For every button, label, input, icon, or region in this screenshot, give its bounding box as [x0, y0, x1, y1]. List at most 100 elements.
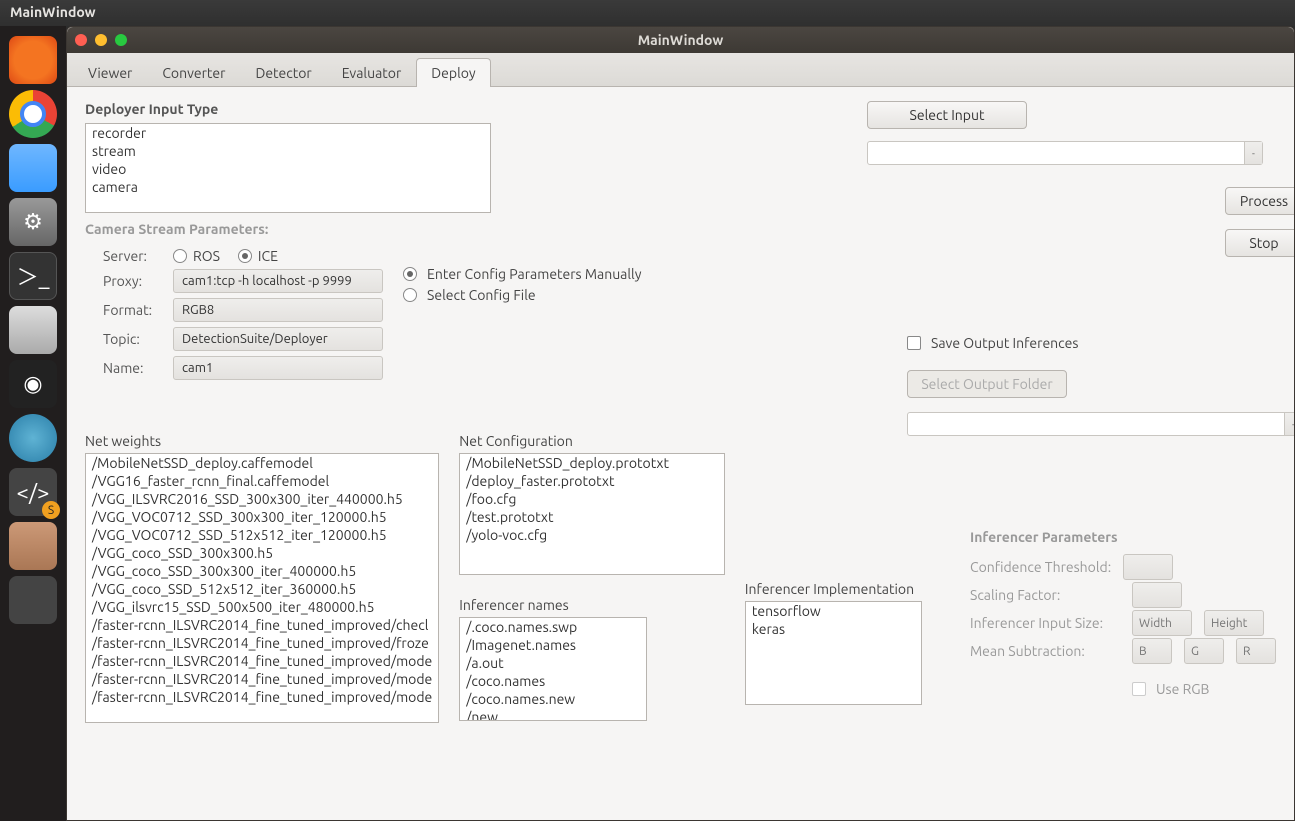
list-item[interactable]: recorder [86, 124, 490, 142]
list-item[interactable]: /VGG_ILSVRC2016_SSD_300x300_iter_440000.… [86, 490, 438, 508]
minimize-icon[interactable] [95, 34, 107, 46]
height-input[interactable] [1204, 610, 1264, 636]
list-item[interactable]: /yolo-voc.cfg [460, 526, 724, 544]
launcher-editor-icon[interactable] [9, 522, 57, 570]
net-weights-list[interactable]: /MobileNetSSD_deploy.caffemodel/VGG16_fa… [85, 453, 439, 723]
list-item[interactable]: video [86, 160, 490, 178]
list-item[interactable]: /VGG_coco_SSD_512x512_iter_360000.h5 [86, 580, 438, 598]
list-item[interactable]: /faster-rcnn_ILSVRC2014_fine_tuned_impro… [86, 634, 438, 652]
tab-bar: Viewer Converter Detector Evaluator Depl… [67, 53, 1294, 87]
list-item[interactable]: stream [86, 142, 490, 160]
confidence-threshold-input[interactable] [1123, 554, 1173, 580]
main-window: MainWindow Viewer Converter Detector Eva… [66, 26, 1295, 821]
list-item[interactable]: /VGG_ilsvrc15_SSD_500x500_iter_480000.h5 [86, 598, 438, 616]
list-item[interactable]: /foo.cfg [460, 490, 724, 508]
topic-input[interactable] [173, 327, 383, 351]
use-rgb-checkbox[interactable] [1132, 682, 1146, 696]
list-item[interactable]: /Imagenet.names [460, 636, 646, 654]
scaling-factor-input[interactable] [1132, 582, 1182, 608]
name-label: Name: [103, 360, 159, 376]
list-item[interactable]: camera [86, 178, 490, 196]
window-titlebar[interactable]: MainWindow [67, 27, 1294, 53]
list-item[interactable]: /VGG_coco_SSD_300x300_iter_400000.h5 [86, 562, 438, 580]
config-file-radio[interactable] [403, 288, 417, 302]
format-input[interactable] [173, 298, 383, 322]
list-item[interactable]: /VGG16_faster_rcnn_final.caffemodel [86, 472, 438, 490]
confidence-threshold-label: Confidence Threshold: [970, 559, 1111, 575]
maximize-icon[interactable] [115, 34, 127, 46]
tab-evaluator[interactable]: Evaluator [327, 58, 417, 87]
launcher-camera-icon[interactable]: ◉ [9, 360, 57, 408]
launcher-chrome-icon[interactable] [9, 90, 57, 138]
list-item[interactable]: /MobileNetSSD_deploy.prototxt [460, 454, 724, 472]
close-icon[interactable] [75, 34, 87, 46]
proxy-input[interactable] [173, 269, 383, 293]
stop-button[interactable]: Stop [1225, 229, 1294, 257]
list-item[interactable]: /VGG_VOC0712_SSD_512x512_iter_120000.h5 [86, 526, 438, 544]
list-item[interactable]: /coco.names.new [460, 690, 646, 708]
list-item[interactable]: /coco.names [460, 672, 646, 690]
list-item[interactable]: /MobileNetSSD_deploy.caffemodel [86, 454, 438, 472]
server-ros-radio[interactable] [173, 249, 187, 263]
config-manual-label: Enter Config Parameters Manually [427, 266, 641, 282]
process-button[interactable]: Process [1225, 187, 1294, 215]
tab-deploy[interactable]: Deploy [416, 58, 490, 87]
window-title: MainWindow [638, 32, 724, 48]
launcher-terminal-icon[interactable]: ＞_ [9, 252, 57, 300]
config-manual-radio[interactable] [403, 267, 417, 281]
list-item[interactable]: keras [746, 620, 921, 638]
list-item[interactable]: /.coco.names.swp [460, 618, 646, 636]
list-item[interactable]: /VGG_VOC0712_SSD_300x300_iter_120000.h5 [86, 508, 438, 526]
list-item[interactable]: /a.out [460, 654, 646, 672]
launcher-ubuntu-icon[interactable] [9, 36, 57, 84]
input-path-combo[interactable]: - [867, 141, 1263, 165]
deploy-panel: Deployer Input Type recorder stream vide… [67, 87, 1294, 820]
inferencer-names-list[interactable]: /.coco.names.swp/Imagenet.names/a.out/co… [459, 617, 647, 721]
name-input[interactable] [173, 356, 383, 380]
mean-r-input[interactable] [1236, 638, 1276, 664]
launcher-app-icon[interactable] [9, 576, 57, 624]
mean-b-input[interactable] [1132, 638, 1172, 664]
list-item[interactable]: /deploy_faster.prototxt [460, 472, 724, 490]
select-output-folder-button[interactable]: Select Output Folder [907, 370, 1067, 398]
server-ice-radio[interactable] [238, 249, 252, 263]
chevron-down-icon[interactable]: - [1244, 142, 1262, 164]
list-item[interactable]: /faster-rcnn_ILSVRC2014_fine_tuned_impro… [86, 670, 438, 688]
net-config-list[interactable]: /MobileNetSSD_deploy.prototxt/deploy_fas… [459, 453, 725, 575]
mean-subtraction-label: Mean Subtraction: [970, 643, 1120, 659]
launcher-settings-icon[interactable]: ⚙ [9, 198, 57, 246]
proxy-label: Proxy: [103, 273, 159, 289]
inferencer-impl-list[interactable]: tensorflowkeras [745, 601, 922, 705]
deployer-input-type-list[interactable]: recorder stream video camera [85, 123, 491, 213]
save-output-checkbox[interactable] [907, 336, 921, 350]
list-item[interactable]: /test.prototxt [460, 508, 724, 526]
net-config-label: Net Configuration [459, 433, 725, 449]
list-item[interactable]: /faster-rcnn_ILSVRC2014_fine_tuned_impro… [86, 616, 438, 634]
inferencer-size-label: Inferencer Input Size: [970, 615, 1120, 631]
tab-converter[interactable]: Converter [147, 58, 240, 87]
list-item[interactable]: /VGG_coco_SSD_300x300.h5 [86, 544, 438, 562]
launcher-sublime-icon[interactable]: </> [9, 468, 57, 516]
topic-label: Topic: [103, 331, 159, 347]
list-item[interactable]: /faster-rcnn_ILSVRC2014_fine_tuned_impro… [86, 688, 438, 706]
width-input[interactable] [1132, 610, 1192, 636]
launcher-disk-icon[interactable] [9, 306, 57, 354]
tab-viewer[interactable]: Viewer [73, 58, 147, 87]
list-item[interactable]: /faster-rcnn_ILSVRC2014_fine_tuned_impro… [86, 652, 438, 670]
launcher-atom-icon[interactable] [9, 414, 57, 462]
server-ros-label: ROS [193, 248, 220, 264]
mean-g-input[interactable] [1184, 638, 1224, 664]
chevron-down-icon[interactable]: - [1284, 413, 1294, 435]
net-weights-label: Net weights [85, 433, 439, 449]
server-label: Server: [103, 248, 159, 264]
use-rgb-label: Use RGB [1156, 681, 1209, 697]
list-item[interactable]: /new [460, 708, 646, 721]
server-ice-label: ICE [258, 248, 278, 264]
inferencer-names-label: Inferencer names [459, 597, 647, 613]
launcher-files-icon[interactable] [9, 144, 57, 192]
tab-detector[interactable]: Detector [240, 58, 326, 87]
format-label: Format: [103, 302, 159, 318]
select-input-button[interactable]: Select Input [867, 101, 1027, 129]
output-path-combo[interactable]: - [907, 412, 1294, 436]
list-item[interactable]: tensorflow [746, 602, 921, 620]
